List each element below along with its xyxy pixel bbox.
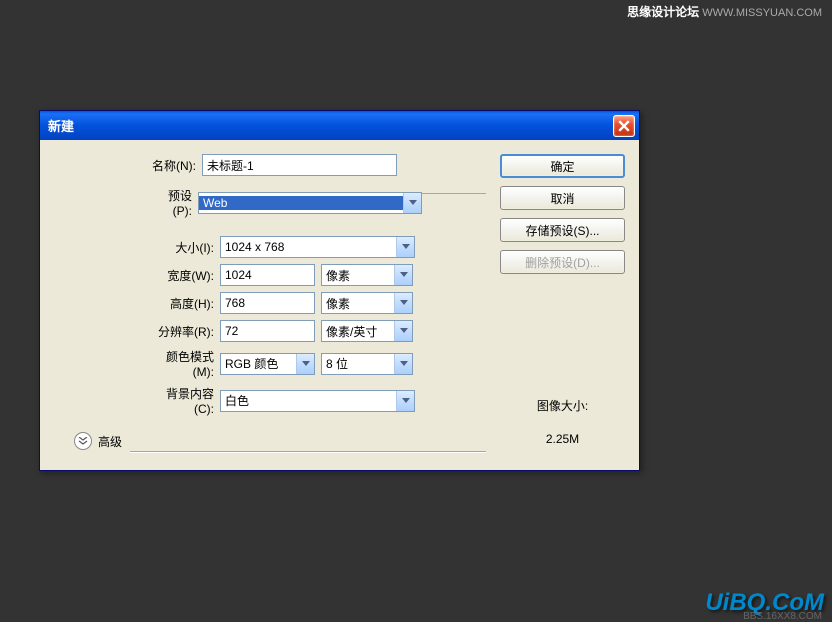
resolution-label: 分辨率(R): xyxy=(152,323,220,340)
name-label: 名称(N): xyxy=(54,157,202,174)
resolution-input[interactable] xyxy=(220,320,315,342)
chevron-down-icon xyxy=(394,321,412,341)
chevron-down-icon xyxy=(296,354,314,374)
chevron-down-icon xyxy=(394,354,412,374)
chevrons-down-icon xyxy=(78,437,88,445)
preset-label: 预设(P): xyxy=(54,187,198,218)
preset-dropdown[interactable]: Web xyxy=(198,192,422,214)
chevron-down-icon xyxy=(394,293,412,313)
chevron-down-icon xyxy=(394,265,412,285)
chevron-down-icon xyxy=(396,391,414,411)
background-dropdown[interactable]: 白色 xyxy=(220,390,415,412)
chevron-down-icon xyxy=(403,193,421,213)
watermark-sub: BBS.16XX8.COM xyxy=(743,611,822,622)
width-label: 宽度(W): xyxy=(152,267,220,284)
watermark-top: 思缘设计论坛 WWW.MISSYUAN.COM xyxy=(627,3,822,20)
titlebar[interactable]: 新建 xyxy=(40,111,639,140)
height-label: 高度(H): xyxy=(152,295,220,312)
image-size-label: 图像大小: xyxy=(500,397,625,414)
save-preset-button[interactable]: 存储预设(S)... xyxy=(500,218,625,242)
ok-button[interactable]: 确定 xyxy=(500,154,625,178)
bitdepth-dropdown[interactable]: 8 位 xyxy=(321,353,413,375)
cancel-button[interactable]: 取消 xyxy=(500,186,625,210)
name-input[interactable] xyxy=(202,154,397,176)
delete-preset-button: 删除预设(D)... xyxy=(500,250,625,274)
size-label: 大小(I): xyxy=(152,239,220,256)
close-button[interactable] xyxy=(613,115,635,137)
resolution-unit-dropdown[interactable]: 像素/英寸 xyxy=(321,320,413,342)
background-label: 背景内容(C): xyxy=(152,385,220,416)
colormode-dropdown[interactable]: RGB 颜色 xyxy=(220,353,315,375)
close-icon xyxy=(618,120,630,132)
image-size-value: 2.25M xyxy=(500,432,625,446)
colormode-label: 颜色模式(M): xyxy=(152,348,220,379)
width-input[interactable] xyxy=(220,264,315,286)
new-document-dialog: 新建 名称(N): 预设(P): Web xyxy=(39,110,640,471)
height-unit-dropdown[interactable]: 像素 xyxy=(321,292,413,314)
advanced-toggle[interactable] xyxy=(74,432,92,450)
height-input[interactable] xyxy=(220,292,315,314)
size-dropdown[interactable]: 1024 x 768 xyxy=(220,236,415,258)
width-unit-dropdown[interactable]: 像素 xyxy=(321,264,413,286)
chevron-down-icon xyxy=(396,237,414,257)
advanced-label: 高级 xyxy=(98,433,122,450)
titlebar-text: 新建 xyxy=(48,116,613,135)
